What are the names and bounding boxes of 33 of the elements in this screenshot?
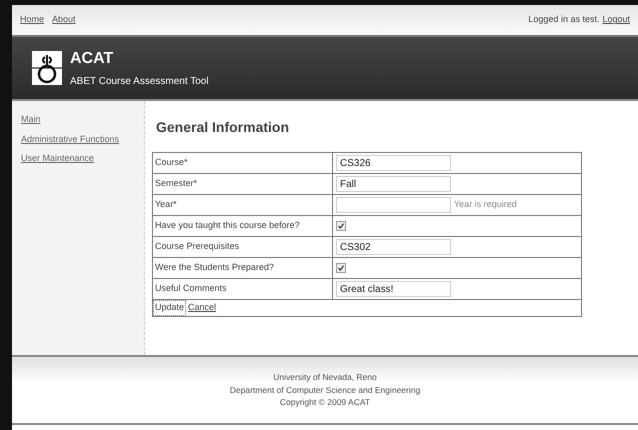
- error-message: Year is required: [454, 198, 517, 212]
- sidebar-link[interactable]: Main: [21, 113, 135, 126]
- text-input[interactable]: Great class!: [336, 281, 451, 297]
- text-input[interactable]: Fall: [336, 176, 451, 192]
- section-heading: General Information: [156, 118, 290, 137]
- update-button[interactable]: Update: [153, 300, 186, 316]
- sidebar-link[interactable]: Administrative Functions: [21, 132, 135, 146]
- app-subtitle: ABET Course Assessment Tool: [70, 75, 209, 89]
- nav-link[interactable]: About: [52, 13, 76, 27]
- footer-text: Department of Computer Science and Engineering: [230, 384, 420, 396]
- text-input[interactable]: CS302: [336, 239, 451, 255]
- text-input[interactable]: [336, 197, 451, 213]
- checkbox[interactable]: [336, 221, 346, 231]
- field-label: Semester*: [153, 174, 333, 194]
- login-status: Logged in as test.: [528, 13, 600, 26]
- field-label: Year*: [153, 195, 333, 215]
- checkbox[interactable]: [336, 263, 346, 273]
- logout-link[interactable]: Logout: [602, 13, 630, 27]
- app-title: ACAT: [70, 49, 114, 69]
- field-label: Useful Comments: [153, 279, 333, 299]
- field-label: Were the Students Prepared?: [153, 258, 333, 278]
- check-icon: [338, 223, 344, 229]
- nav-link[interactable]: Home: [20, 13, 44, 27]
- footer-text: Copyright © 2009 ACAT: [280, 396, 370, 410]
- field-label: Have you taught this course before?: [153, 216, 333, 236]
- check-icon: [338, 265, 344, 271]
- field-label: Course*: [153, 153, 333, 173]
- text-input[interactable]: CS326: [336, 155, 451, 171]
- field-label: Course Prerequisites: [153, 237, 333, 257]
- footer-text: University of Nevada, Reno: [273, 370, 377, 384]
- cancel-link[interactable]: Cancel: [188, 301, 216, 315]
- logo-icon: [32, 51, 62, 85]
- sidebar-link[interactable]: User Maintenance: [21, 152, 135, 166]
